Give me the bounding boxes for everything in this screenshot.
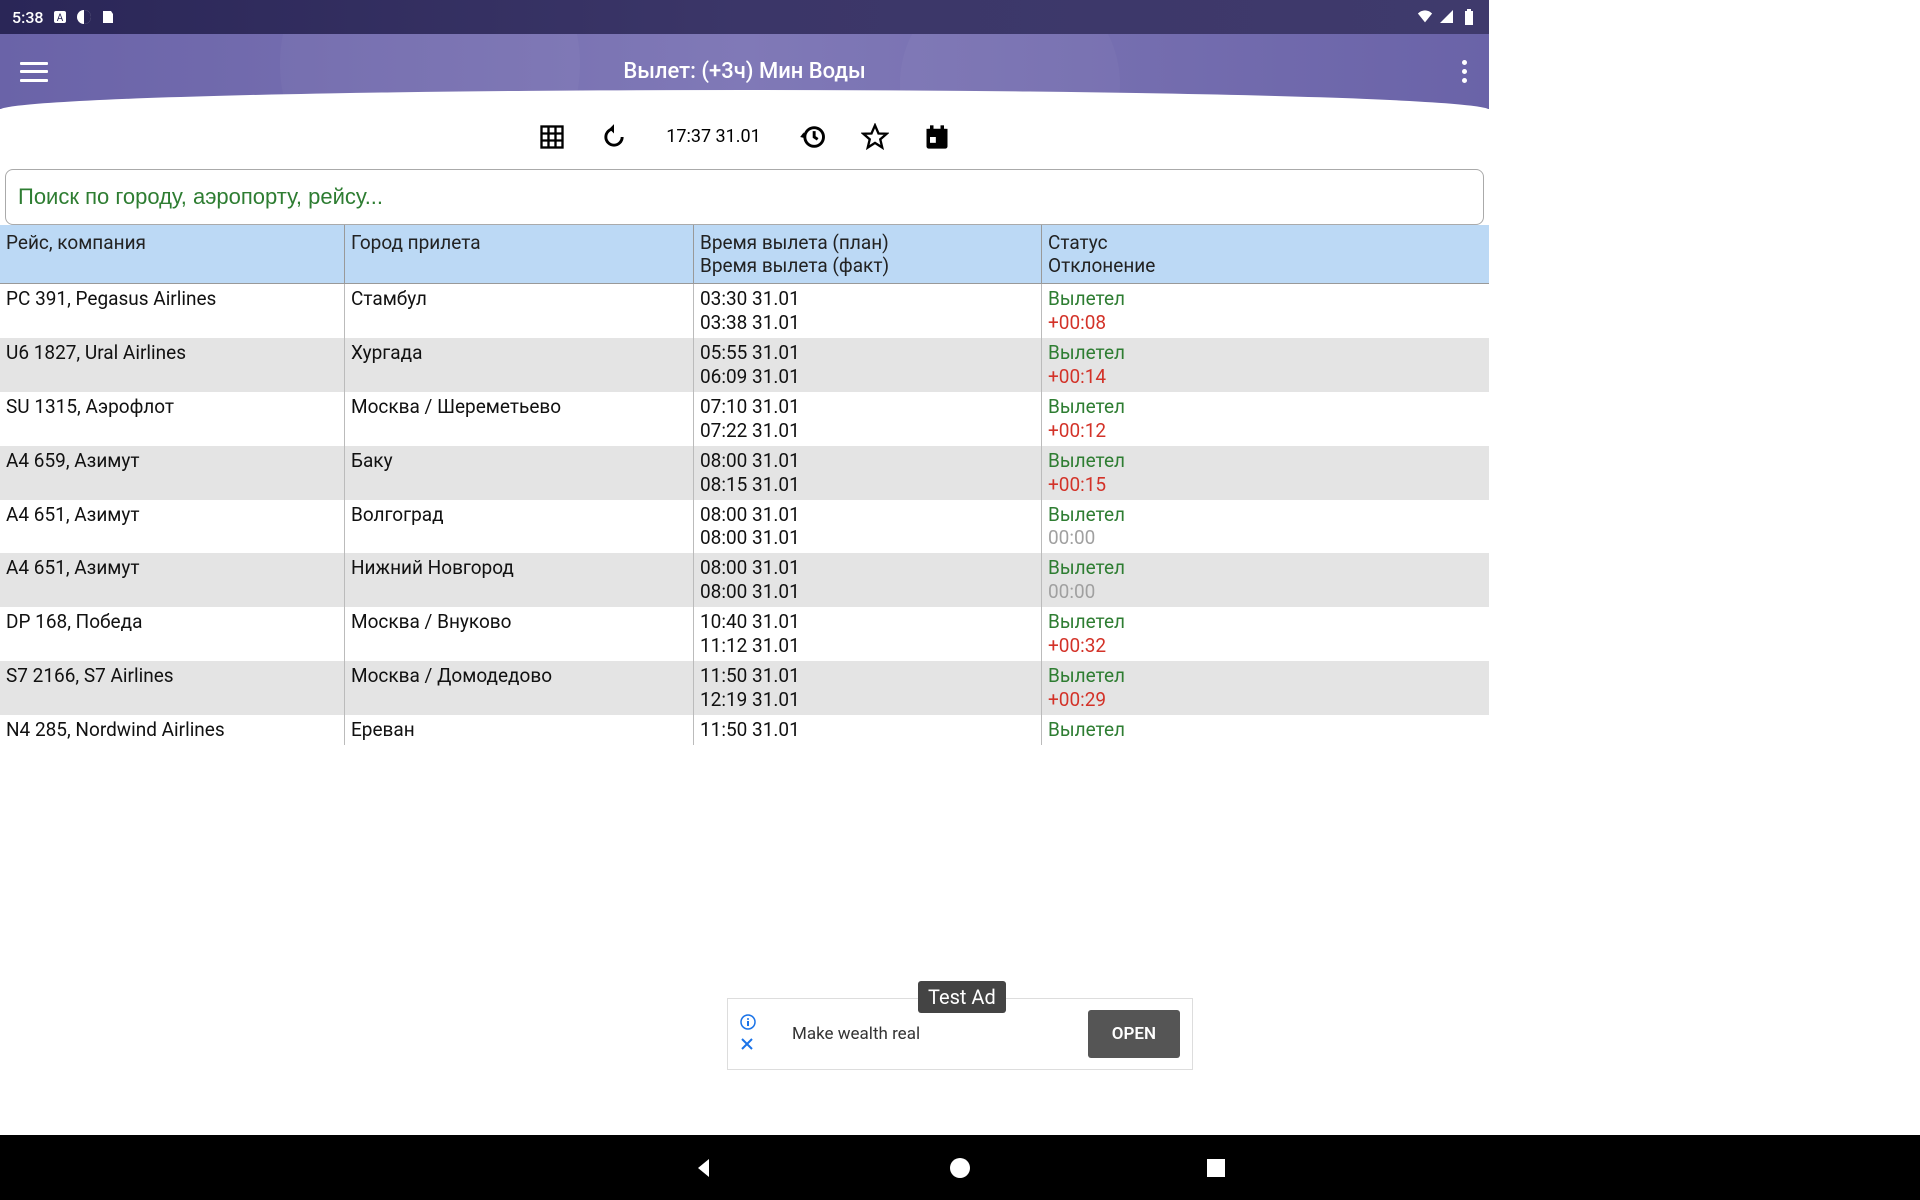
cell-status: Вылетел+00:14 (1042, 338, 1489, 392)
cell-time: 05:55 31.0106:09 31.01 (694, 338, 1042, 392)
cell-time: 07:10 31.0107:22 31.01 (694, 392, 1042, 446)
svg-text:A: A (56, 13, 63, 24)
cell-status: Вылетел+00:15 (1042, 446, 1489, 500)
cell-flight: PC 391, Pegasus Airlines (0, 284, 345, 338)
cell-city: Нижний Новгород (345, 553, 694, 607)
star-icon[interactable] (859, 121, 891, 153)
refresh-icon[interactable] (598, 121, 630, 153)
table-row[interactable]: A4 651, АзимутВолгоград08:00 31.0108:00 … (0, 500, 1489, 554)
table-body[interactable]: PC 391, Pegasus AirlinesСтамбул03:30 31.… (0, 284, 1489, 745)
header-time: Время вылета (план) Время вылета (факт) (694, 225, 1042, 283)
status-bar: 5:38 A (0, 0, 1489, 34)
cell-status: Вылетел00:00 (1042, 500, 1489, 554)
nav-home-icon[interactable] (947, 1155, 973, 1181)
cell-time: 08:00 31.0108:00 31.01 (694, 500, 1042, 554)
search-input[interactable] (18, 184, 1471, 210)
notification-icon-circle (76, 9, 92, 25)
notification-icon-sd (100, 9, 116, 25)
history-icon[interactable] (797, 121, 829, 153)
toolbar: 17:37 31.01 (0, 109, 1489, 164)
signal-icon (1439, 9, 1455, 25)
status-time: 5:38 (12, 8, 44, 27)
ad-info-icon[interactable] (740, 1014, 756, 1034)
cell-status: Вылетел+00:32 (1042, 607, 1489, 661)
cell-flight: SU 1315, Аэрофлот (0, 392, 345, 446)
calendar-icon[interactable] (921, 121, 953, 153)
nav-recent-icon[interactable] (1203, 1155, 1229, 1181)
cell-city: Ереван (345, 715, 694, 745)
table-row[interactable]: U6 1827, Ural AirlinesХургада05:55 31.01… (0, 338, 1489, 392)
battery-icon (1461, 9, 1477, 25)
cell-flight: A4 659, Азимут (0, 446, 345, 500)
cell-status: Вылетел00:00 (1042, 553, 1489, 607)
nav-back-icon[interactable] (691, 1155, 717, 1181)
grid-icon[interactable] (536, 121, 568, 153)
cell-flight: A4 651, Азимут (0, 500, 345, 554)
search-box[interactable] (5, 169, 1484, 225)
ad-open-button[interactable]: OPEN (1088, 1010, 1180, 1058)
cell-time: 08:00 31.0108:15 31.01 (694, 446, 1042, 500)
header-city: Город прилета (345, 225, 694, 283)
ad-text: Make wealth real (792, 1024, 1088, 1044)
cell-status: Вылетел+00:08 (1042, 284, 1489, 338)
table-row[interactable]: SU 1315, АэрофлотМосква / Шереметьево07:… (0, 392, 1489, 446)
table-row[interactable]: A4 659, АзимутБаку08:00 31.0108:15 31.01… (0, 446, 1489, 500)
header-flight: Рейс, компания (0, 225, 345, 283)
cell-flight: S7 2166, S7 Airlines (0, 661, 345, 715)
cell-status: Вылетел (1042, 715, 1489, 745)
header-status: Статус Отклонение (1042, 225, 1489, 283)
cell-city: Москва / Домодедово (345, 661, 694, 715)
cell-time: 03:30 31.0103:38 31.01 (694, 284, 1042, 338)
cell-city: Стамбул (345, 284, 694, 338)
table-row[interactable]: PC 391, Pegasus AirlinesСтамбул03:30 31.… (0, 284, 1489, 338)
cell-city: Москва / Шереметьево (345, 392, 694, 446)
table-row[interactable]: N4 285, Nordwind AirlinesЕреван11:50 31.… (0, 715, 1489, 745)
cell-status: Вылетел+00:12 (1042, 392, 1489, 446)
cell-flight: A4 651, Азимут (0, 553, 345, 607)
cell-city: Москва / Внуково (345, 607, 694, 661)
cell-time: 11:50 31.0112:19 31.01 (694, 661, 1042, 715)
menu-button[interactable] (20, 62, 48, 82)
app-title: Вылет: (+3ч) Мин Воды (623, 59, 865, 84)
cell-city: Баку (345, 446, 694, 500)
table-row[interactable]: A4 651, АзимутНижний Новгород08:00 31.01… (0, 553, 1489, 607)
cell-city: Волгоград (345, 500, 694, 554)
notification-icon-a: A (52, 9, 68, 25)
wifi-icon (1417, 9, 1433, 25)
cell-flight: U6 1827, Ural Airlines (0, 338, 345, 392)
cell-time: 08:00 31.0108:00 31.01 (694, 553, 1042, 607)
ad-label: Test Ad (918, 981, 1006, 1013)
cell-city: Хургада (345, 338, 694, 392)
cell-flight: N4 285, Nordwind Airlines (0, 715, 345, 745)
ad-close-icon[interactable] (740, 1036, 756, 1055)
table-row[interactable]: S7 2166, S7 AirlinesМосква / Домодедово1… (0, 661, 1489, 715)
nav-bar (0, 1135, 1920, 1200)
overflow-menu-button[interactable] (1462, 60, 1467, 83)
cell-time: 11:50 31.01 (694, 715, 1042, 745)
table-header: Рейс, компания Город прилета Время вылет… (0, 225, 1489, 284)
cell-time: 10:40 31.0111:12 31.01 (694, 607, 1042, 661)
cell-flight: DP 168, Победа (0, 607, 345, 661)
toolbar-time: 17:37 31.01 (660, 126, 767, 147)
ad-banner[interactable]: Test Ad Make wealth real OPEN (727, 998, 1193, 1070)
app-bar: Вылет: (+3ч) Мин Воды (0, 34, 1489, 109)
cell-status: Вылетел+00:29 (1042, 661, 1489, 715)
table-row[interactable]: DP 168, ПобедаМосква / Внуково10:40 31.0… (0, 607, 1489, 661)
